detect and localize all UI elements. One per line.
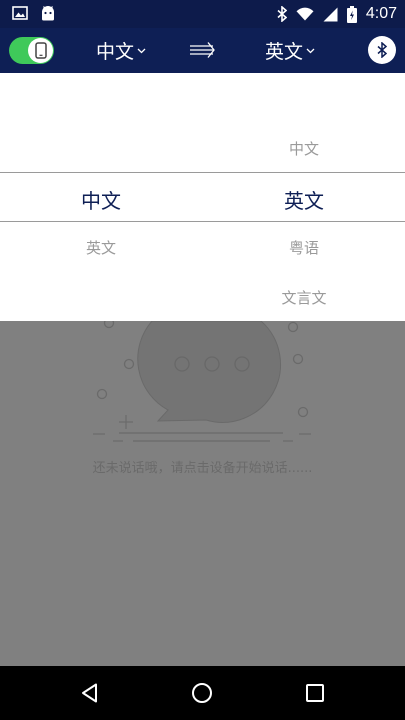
image-icon xyxy=(12,6,28,20)
recents-icon[interactable] xyxy=(303,681,327,705)
target-wheel-item[interactable]: 粤语 xyxy=(203,237,405,258)
source-wheel-item-selected[interactable]: 中文 xyxy=(0,185,202,214)
target-wheel-item-selected[interactable]: 英文 xyxy=(203,185,405,214)
app-toolbar: 中文 英文 xyxy=(0,28,405,73)
wifi-icon xyxy=(296,7,314,21)
bluetooth-button[interactable] xyxy=(368,36,396,64)
speech-bubble-illustration xyxy=(93,321,311,442)
translate-direction-icon xyxy=(190,42,215,58)
source-language-wheel[interactable]: 中文 英文 xyxy=(0,73,202,321)
chevron-down-icon xyxy=(137,48,146,53)
status-bar: 4:07 xyxy=(0,0,405,28)
source-wheel-item[interactable]: 英文 xyxy=(0,237,202,258)
status-time: 4:07 xyxy=(365,5,397,22)
target-language-wheel[interactable]: 中文 英文 粤语 文言文 xyxy=(203,73,405,321)
home-icon[interactable] xyxy=(190,681,214,705)
chevron-down-icon xyxy=(306,48,315,53)
toggle-knob xyxy=(28,38,53,63)
navigation-bar xyxy=(0,666,405,720)
target-wheel-item[interactable]: 文言文 xyxy=(203,287,405,308)
source-language-select[interactable]: 中文 xyxy=(96,37,146,64)
status-icons: 4:07 xyxy=(277,3,397,25)
bluetooth-icon xyxy=(377,42,387,58)
target-language-label: 英文 xyxy=(265,41,304,63)
target-wheel-item[interactable]: 中文 xyxy=(203,138,405,159)
source-language-label: 中文 xyxy=(96,41,135,63)
android-icon xyxy=(42,6,54,21)
language-picker: 中文 英文 中文 英文 粤语 文言文 xyxy=(0,73,405,321)
back-icon[interactable] xyxy=(78,681,102,705)
target-language-select[interactable]: 英文 xyxy=(265,37,315,64)
phone-icon xyxy=(34,42,47,59)
bluetooth-icon xyxy=(277,6,287,22)
device-mode-toggle[interactable] xyxy=(9,37,54,64)
empty-state-message: 还未说话哦，请点击设备开始说话...... xyxy=(92,461,313,476)
battery-icon xyxy=(346,5,357,23)
signal-icon xyxy=(323,7,338,21)
